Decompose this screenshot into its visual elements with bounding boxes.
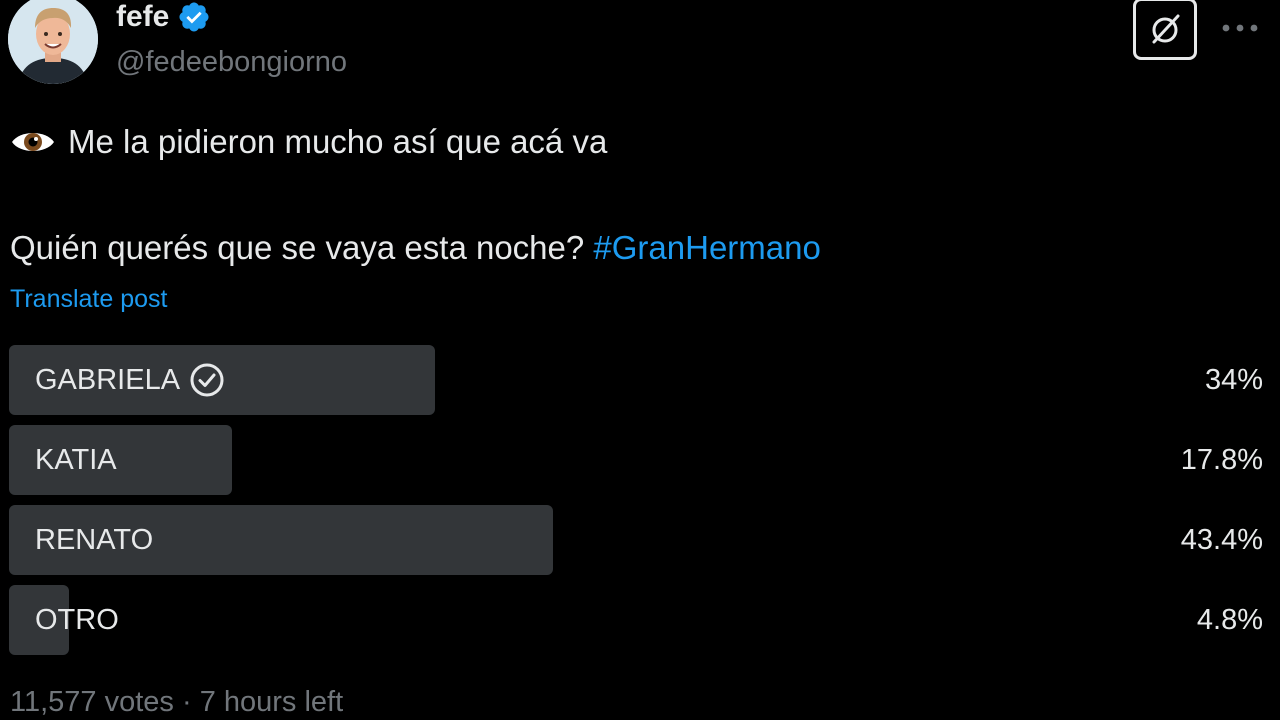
verified-badge-icon[interactable]	[177, 0, 211, 34]
author-handle[interactable]: @fedeebongiorno	[116, 44, 347, 80]
display-name-text[interactable]: fefe	[116, 0, 169, 36]
poll-option-label: OTRO	[35, 585, 119, 655]
grok-icon	[1152, 14, 1180, 44]
poll-option-label: KATIA	[35, 425, 117, 495]
translate-post-link[interactable]: Translate post	[10, 282, 167, 316]
poll-option-renato: RENATO 43.4%	[9, 505, 1263, 575]
poll-option-name: KATIA	[35, 443, 117, 476]
poll-option-gabriela: GABRIELA 34%	[9, 345, 1263, 415]
post-text-intro: Me la pidieron mucho así que acá va	[68, 123, 608, 160]
author-name[interactable]: fefe	[116, 0, 211, 36]
eye-icon	[12, 133, 54, 151]
poll-time-left: 7 hours left	[199, 686, 344, 718]
poll-option-katia: KATIA 17.8%	[9, 425, 1263, 495]
poll-meta: 11,577 votes · 7 hours left	[10, 683, 343, 720]
post-text-line-1: Me la pidieron mucho así que acá va	[10, 120, 607, 164]
poll-option-label: GABRIELA	[35, 345, 226, 415]
post-question: Quién querés que se vaya esta noche?	[10, 229, 585, 266]
more-icon	[1222, 24, 1258, 32]
poll-option-name: GABRIELA	[35, 363, 181, 396]
poll: GABRIELA 34% KATIA 17.8% RENATO 43.4% OT…	[9, 345, 1263, 665]
poll-option-percent: 4.8%	[1196, 603, 1263, 636]
check-circle-icon	[190, 363, 224, 397]
poll-option-label: RENATO	[35, 505, 153, 575]
poll-vote-count: 11,577 votes	[10, 686, 174, 718]
poll-option-otro: OTRO 4.8%	[9, 585, 1263, 655]
avatar[interactable]	[8, 0, 98, 84]
poll-meta-separator: ·	[173, 686, 200, 718]
poll-option-name: OTRO	[35, 603, 119, 636]
more-options-button[interactable]	[1218, 10, 1262, 46]
poll-option-name: RENATO	[35, 523, 154, 556]
hashtag-link[interactable]: #GranHermano	[593, 229, 820, 266]
poll-option-percent: 17.8%	[1180, 443, 1263, 476]
profile-photo-icon	[8, 0, 98, 84]
grok-button[interactable]	[1133, 0, 1197, 60]
poll-option-percent: 34%	[1204, 363, 1263, 396]
post-text-line-2: Quién querés que se vaya esta noche? #Gr…	[10, 226, 821, 270]
poll-option-percent: 43.4%	[1180, 523, 1263, 556]
